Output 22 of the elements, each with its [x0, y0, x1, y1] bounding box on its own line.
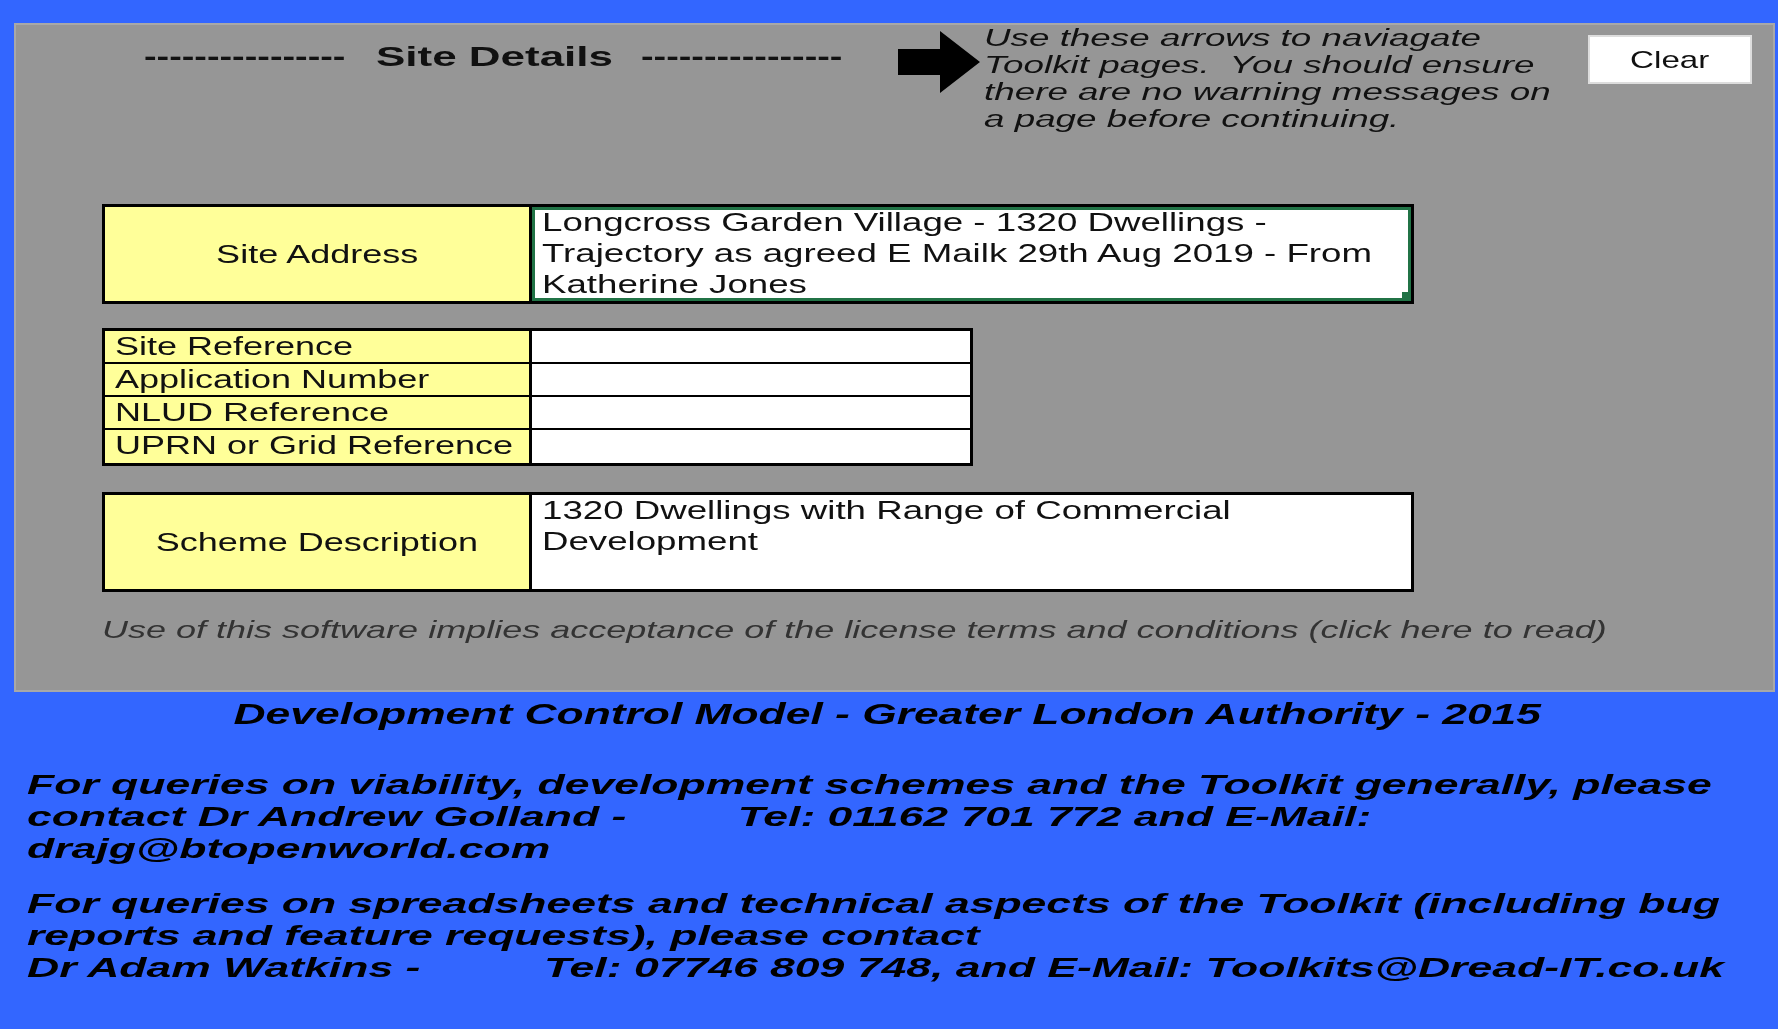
arrow-right-icon[interactable]: [898, 31, 980, 93]
address-field[interactable]: Longcross Garden Village - 1320 Dwellings - Trajectory as agreed E Mailk 29th Aug 2019 - From Katherine Jones: [532, 207, 1411, 301]
input-field[interactable]: [532, 364, 970, 397]
field-label: Scheme Description: [105, 495, 532, 589]
input-field[interactable]: [532, 397, 970, 430]
contact-paragraph: For queries on spreadsheets and technical aspects of the Toolkit (including bug reports and feature requests), please contact Dr Adam Watkins - Tel: 07746 809 748, and E-Mail: Toolkits@Dread-IT.co.uk: [27, 888, 1724, 984]
field-label: Site Reference: [105, 331, 532, 364]
field-label: Site Address: [105, 207, 532, 301]
input-field[interactable]: [532, 430, 970, 463]
clear-button[interactable]: Clear: [1588, 35, 1752, 84]
footer-title: Development Control Model - Greater London Authority - 2015: [233, 698, 1542, 731]
description-field[interactable]: 1320 Dwellings with Range of Commercial Development: [532, 495, 1411, 589]
field-label: UPRN or Grid Reference: [105, 430, 532, 463]
field-label: NLUD Reference: [105, 397, 532, 430]
dash-rule: ----------------: [144, 41, 346, 73]
field-label: Application Number: [105, 364, 532, 397]
contact-paragraph: For queries on viability, development schemes and the Toolkit generally, please contact Dr Andrew Golland - Tel: 01162 701 772 and E-Mail: drajg@btopenworld.com: [27, 769, 1712, 865]
input-field[interactable]: [532, 331, 970, 364]
dash-rule: ----------------: [641, 41, 843, 73]
section-title: Site Details: [376, 41, 613, 73]
license-note[interactable]: Use of this software implies acceptance of the license terms and conditions (click here to read): [102, 616, 1607, 644]
navigation-note: Use these arrows to naviagate Toolkit pages. You should ensure there are no warning messages on a page before continuing.: [984, 25, 1551, 133]
